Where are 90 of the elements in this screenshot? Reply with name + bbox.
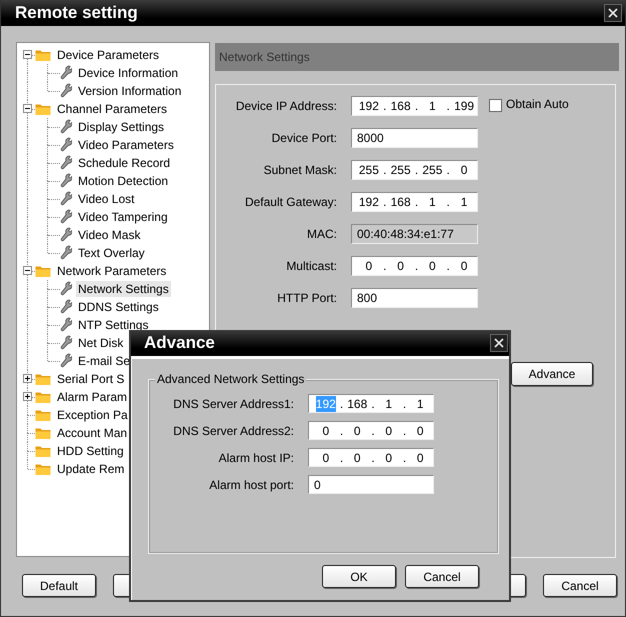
- ip-address-field[interactable]: 0 . 0 . 0 . 0: [308, 448, 434, 467]
- readonly-field: 00:40:48:34:e1:77: [351, 224, 478, 244]
- wrench-icon: [60, 245, 72, 261]
- tree-item[interactable]: Device Parameters: [55, 47, 162, 63]
- group-title: Advanced Network Settings: [155, 372, 306, 386]
- dialog-button[interactable]: OK: [322, 565, 396, 588]
- panel-header: Network Settings: [215, 43, 619, 71]
- tree-item[interactable]: Schedule Record: [76, 155, 172, 171]
- tree-item[interactable]: Version Information: [76, 83, 184, 99]
- dialog-title: Advance: [144, 333, 215, 353]
- expand-toggle[interactable]: [23, 266, 32, 275]
- wrench-icon: [60, 209, 72, 225]
- folder-icon: [35, 408, 51, 422]
- wrench-icon: [60, 299, 72, 315]
- tree-item[interactable]: Motion Detection: [76, 173, 170, 189]
- wrench-icon: [60, 227, 72, 243]
- wrench-icon: [60, 173, 72, 189]
- field-label: MAC:: [306, 227, 337, 241]
- tree-item[interactable]: NTP Settings: [76, 317, 150, 333]
- field-label: DNS Server Address1:: [172, 396, 294, 410]
- tree-item[interactable]: Video Mask: [76, 227, 142, 243]
- tree-item[interactable]: Network Settings: [76, 281, 171, 297]
- ip-address-field[interactable]: 255 . 255 . 255 . 0: [351, 160, 478, 180]
- field-label: Multicast:: [285, 259, 337, 273]
- tree-item[interactable]: Device Information: [76, 65, 180, 81]
- wrench-icon: [60, 353, 72, 369]
- expand-toggle[interactable]: [23, 374, 32, 383]
- folder-icon: [35, 102, 51, 116]
- tree-item[interactable]: Text Overlay: [76, 245, 147, 261]
- close-icon: [494, 338, 504, 348]
- field-label: Alarm host IP:: [218, 450, 294, 464]
- folder-icon: [35, 390, 51, 404]
- tree-item[interactable]: HDD Setting: [55, 443, 126, 459]
- tree-item[interactable]: E-mail Se: [76, 353, 132, 369]
- wrench-icon: [60, 155, 72, 171]
- wrench-icon: [60, 281, 72, 297]
- field-label: HTTP Port:: [276, 291, 337, 305]
- tree-item[interactable]: Net Disk: [76, 335, 126, 351]
- window-title: Remote setting: [15, 3, 138, 23]
- tree-item[interactable]: Video Lost: [76, 191, 136, 207]
- tree-item[interactable]: Alarm Param: [55, 389, 130, 405]
- wrench-icon: [60, 119, 72, 135]
- checkbox[interactable]: [489, 98, 502, 112]
- wrench-icon: [60, 335, 72, 351]
- advance-button[interactable]: Advance: [511, 362, 593, 386]
- tree-item[interactable]: Account Man: [55, 425, 130, 441]
- field-label: DNS Server Address2:: [172, 424, 294, 438]
- input-field[interactable]: 800: [351, 288, 478, 308]
- expand-toggle[interactable]: [23, 104, 32, 113]
- close-icon: [608, 8, 618, 18]
- folder-icon: [35, 372, 51, 386]
- checkbox-label: Obtain Auto: [506, 97, 569, 111]
- ip-address-field[interactable]: 192 . 168 . 1 . 1: [351, 192, 478, 212]
- field-label: Default Gateway:: [244, 195, 337, 209]
- field-label: Device IP Address:: [234, 99, 337, 113]
- tree-item[interactable]: Display Settings: [76, 119, 166, 135]
- folder-icon: [35, 444, 51, 458]
- close-button[interactable]: [490, 334, 508, 352]
- wrench-icon: [60, 83, 72, 99]
- folder-icon: [35, 264, 51, 278]
- folder-icon: [35, 48, 51, 62]
- tree-item[interactable]: Serial Port S: [55, 371, 126, 387]
- folder-icon: [35, 426, 51, 440]
- wrench-icon: [60, 65, 72, 81]
- expand-toggle[interactable]: [23, 50, 32, 59]
- wrench-icon: [60, 137, 72, 153]
- folder-icon: [35, 462, 51, 476]
- ip-address-field[interactable]: 192 . 168 . 1 . 1: [308, 394, 434, 413]
- tree-item[interactable]: Update Rem: [55, 461, 126, 477]
- field-label: Device Port:: [270, 131, 337, 145]
- dialog-button[interactable]: Cancel: [405, 565, 479, 588]
- wrench-icon: [60, 191, 72, 207]
- input-field[interactable]: 8000: [351, 128, 478, 148]
- field-label: Alarm host port:: [208, 478, 294, 492]
- tree-item[interactable]: DDNS Settings: [76, 299, 161, 315]
- close-button[interactable]: [604, 4, 622, 22]
- wrench-icon: [60, 317, 72, 333]
- expand-toggle[interactable]: [23, 392, 32, 401]
- ip-address-field[interactable]: 192 . 168 . 1 . 199: [351, 96, 478, 116]
- input-field[interactable]: 0: [308, 475, 434, 494]
- field-label: Subnet Mask:: [262, 163, 337, 177]
- dialog-button[interactable]: Cancel: [543, 574, 617, 597]
- ip-address-field[interactable]: 0 . 0 . 0 . 0: [351, 256, 478, 276]
- tree-item[interactable]: Channel Parameters: [55, 101, 170, 117]
- tree-item[interactable]: Network Parameters: [55, 263, 168, 279]
- dialog-button[interactable]: Default: [22, 574, 96, 597]
- tree-item[interactable]: Exception Pa: [55, 407, 130, 423]
- tree-item[interactable]: Video Tampering: [76, 209, 170, 225]
- tree-item[interactable]: Video Parameters: [76, 137, 176, 153]
- ip-address-field[interactable]: 0 . 0 . 0 . 0: [308, 421, 434, 440]
